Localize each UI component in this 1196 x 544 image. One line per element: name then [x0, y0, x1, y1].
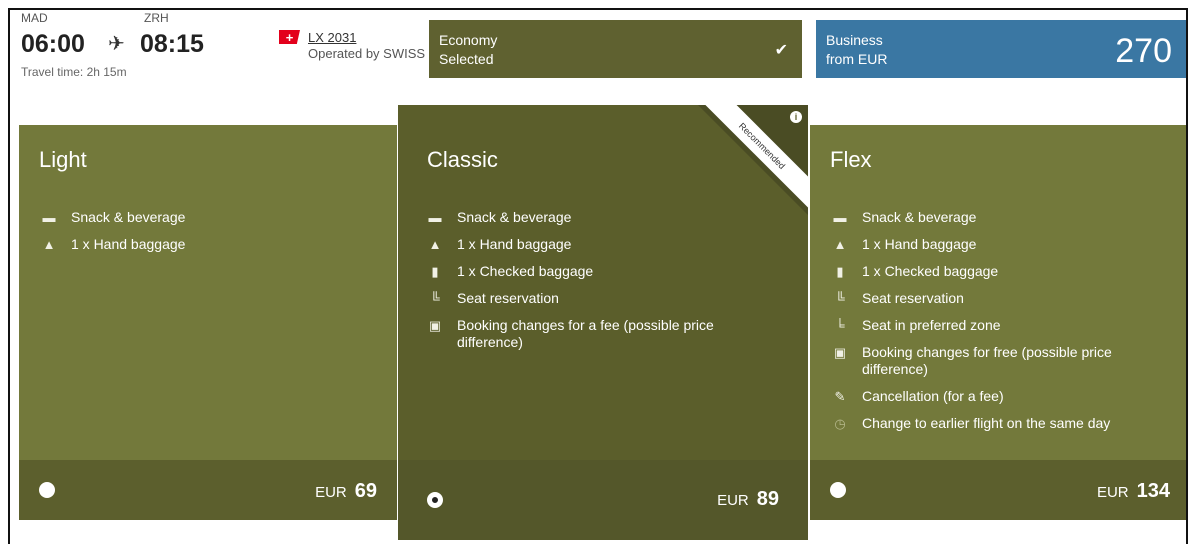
- feature-label: 1 x Hand baggage: [71, 236, 186, 252]
- cabin-from-label: from EUR: [826, 51, 888, 67]
- fare-price: EUR 69: [315, 480, 377, 503]
- feature-label: 1 x Checked baggage: [862, 263, 999, 279]
- checked-baggage-icon: ▮: [431, 264, 439, 279]
- feature-label: Seat reservation: [457, 290, 559, 306]
- feature-list: ▬ Snack & beverage ▲ 1 x Hand baggage ▮ 1 x…: [425, 209, 725, 361]
- fare-radio-flex[interactable]: [830, 482, 846, 498]
- feature-label: Seat in preferred zone: [862, 317, 1001, 333]
- cancellation-icon: ✎: [834, 389, 846, 404]
- currency: EUR: [1096, 484, 1129, 501]
- price-amount: 89: [756, 488, 779, 510]
- plane-icon: ✈: [108, 33, 125, 55]
- fare-footer: EUR 69: [19, 460, 397, 520]
- fare-title: Flex: [830, 147, 872, 172]
- feature-item: ▬ Snack & beverage: [425, 209, 725, 226]
- swiss-flag-icon: +: [279, 30, 300, 44]
- hand-baggage-icon: ▲: [42, 237, 56, 252]
- currency: EUR: [717, 492, 749, 509]
- preferred-seat-icon: ╘: [835, 318, 845, 333]
- feature-item: ✎ Cancellation (for a fee): [830, 388, 1130, 405]
- clock-icon: ◷: [834, 416, 846, 431]
- fare-price: EUR 89: [717, 488, 779, 511]
- feature-list: ▬ Snack & beverage ▲ 1 x Hand baggage ▮ 1 x…: [830, 209, 1130, 442]
- feature-item: ▮ 1 x Checked baggage: [425, 263, 725, 280]
- checkmark-icon: ✔: [774, 42, 788, 59]
- business-cabin-button[interactable]: Business from EUR 270: [816, 20, 1186, 78]
- calendar-icon: ▣: [428, 318, 442, 333]
- feature-label: Snack & beverage: [457, 209, 572, 225]
- cabin-name: Economy: [439, 32, 498, 48]
- feature-item: ▮ 1 x Checked baggage: [830, 263, 1130, 280]
- feature-label: 1 x Hand baggage: [862, 236, 977, 252]
- feature-item: ▣ Booking changes for free (possible pric…: [830, 344, 1130, 378]
- meal-icon: ▬: [42, 210, 56, 225]
- travel-time: Travel time: 2h 15m: [21, 65, 127, 79]
- feature-item: ▲ 1 x Hand baggage: [830, 236, 1130, 253]
- hand-baggage-icon: ▲: [428, 237, 442, 252]
- feature-item: ▬ Snack & beverage: [830, 209, 1130, 226]
- seat-icon: ╚: [835, 291, 845, 306]
- operated-by: Operated by SWISS: [308, 46, 426, 61]
- feature-item: ▲ 1 x Hand baggage: [39, 236, 186, 253]
- feature-label: Booking changes for free (possible price…: [862, 344, 1112, 377]
- fare-card-classic[interactable]: Recommended i Classic ▬ Snack & beverage …: [398, 105, 808, 540]
- fare-card-light[interactable]: Light ▬ Snack & beverage ▲ 1 x Hand baggag…: [19, 125, 397, 520]
- feature-list: ▬ Snack & beverage ▲ 1 x Hand baggage: [39, 209, 186, 263]
- fare-title: Classic: [427, 147, 498, 172]
- currency: EUR: [315, 484, 347, 501]
- fare-footer: EUR 134: [810, 460, 1186, 520]
- feature-label: Snack & beverage: [862, 209, 977, 225]
- arrival-time: 08:15: [140, 30, 204, 58]
- feature-label: Snack & beverage: [71, 209, 186, 225]
- fare-footer: EUR 89: [398, 460, 808, 540]
- feature-item: ◷ Change to earlier flight on the same da…: [830, 415, 1130, 432]
- fare-radio-light[interactable]: [39, 482, 55, 498]
- cabin-name: Business: [826, 32, 883, 48]
- meal-icon: ▬: [428, 210, 442, 225]
- departure-time: 06:00: [21, 30, 85, 58]
- hand-baggage-icon: ▲: [833, 237, 847, 252]
- feature-item: ╚ Seat reservation: [830, 290, 1130, 307]
- feature-label: Change to earlier flight on the same day: [862, 415, 1111, 431]
- price-amount: 134: [1136, 480, 1170, 502]
- feature-label: Seat reservation: [862, 290, 964, 306]
- price-amount: 69: [354, 480, 377, 502]
- flight-number-link[interactable]: LX 2031: [308, 30, 356, 45]
- origin-code: MAD: [21, 11, 48, 25]
- fare-card-flex[interactable]: Flex ▬ Snack & beverage ▲ 1 x Hand baggage…: [810, 125, 1186, 520]
- feature-item: ▬ Snack & beverage: [39, 209, 186, 226]
- fare-radio-classic[interactable]: [427, 492, 443, 508]
- feature-item: ▣ Booking changes for a fee (possible pri…: [425, 317, 725, 351]
- feature-item: ╚ Seat reservation: [425, 290, 725, 307]
- feature-label: Cancellation (for a fee): [862, 388, 1004, 404]
- feature-item: ╘ Seat in preferred zone: [830, 317, 1130, 334]
- feature-label: Booking changes for a fee (possible pric…: [457, 317, 714, 350]
- meal-icon: ▬: [833, 210, 847, 225]
- fare-title: Light: [39, 147, 87, 172]
- info-icon[interactable]: i: [790, 111, 802, 123]
- fare-price: EUR 134: [1097, 480, 1170, 503]
- feature-label: 1 x Checked baggage: [457, 263, 594, 279]
- cabin-status: Selected: [439, 51, 494, 67]
- checked-baggage-icon: ▮: [836, 264, 844, 279]
- destination-code: ZRH: [144, 11, 169, 25]
- calendar-icon: ▣: [833, 345, 847, 360]
- feature-label: 1 x Hand baggage: [457, 236, 572, 252]
- economy-cabin-button[interactable]: Economy Selected ✔: [429, 20, 802, 78]
- seat-icon: ╚: [430, 291, 440, 306]
- business-price: 270: [1115, 32, 1172, 70]
- feature-item: ▲ 1 x Hand baggage: [425, 236, 725, 253]
